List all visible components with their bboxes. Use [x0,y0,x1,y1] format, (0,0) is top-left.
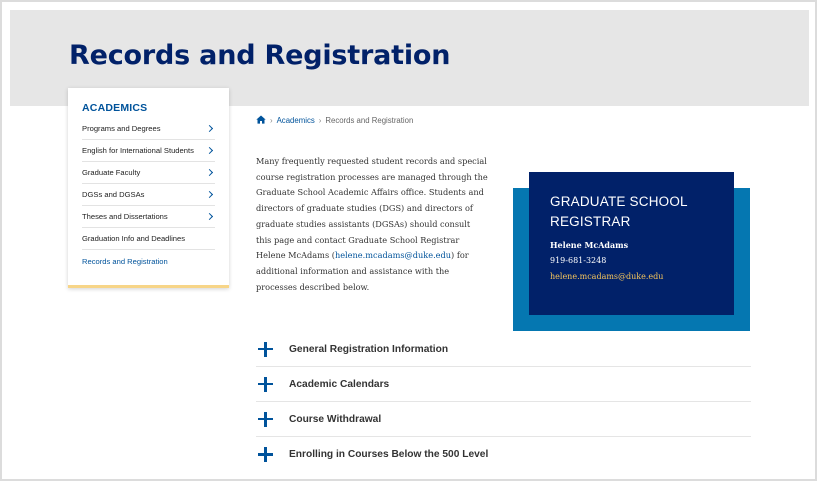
sidebar-item-graduate-faculty[interactable]: Graduate Faculty [82,162,215,184]
sidebar-item-english-for-international-students[interactable]: English for International Students [82,140,215,162]
registrar-phone: 919-681-3248 [550,256,607,265]
sidebar-item-label: Records and Registration [82,256,168,266]
accordion-item-label: Course Withdrawal [289,413,382,425]
sidebar-nav: ACADEMICS Programs and Degrees English f… [68,88,229,288]
plus-icon[interactable] [258,376,273,392]
sidebar-item-label: Graduate Faculty [82,168,141,177]
sidebar-list: Programs and Degrees English for Interna… [82,118,215,272]
sidebar-item-theses-and-dissertations[interactable]: Theses and Dissertations [82,206,215,228]
chevron-right-icon[interactable] [205,124,214,133]
registrar-name: Helene McAdams [550,240,629,250]
intro-text-start: Many frequently requested student record… [256,156,488,261]
breadcrumb-link-academics[interactable]: Academics [277,116,315,125]
sidebar-item-label: DGSs and DGSAs [82,190,145,199]
chevron-right-icon[interactable] [205,212,214,221]
sidebar-item-records-and-registration[interactable]: Records and Registration [82,250,215,272]
page-content: Records and Registration ACADEMICS Progr… [10,10,809,475]
registrar-email-link[interactable]: helene.mcadams@duke.edu [335,250,451,260]
breadcrumb-separator: › [270,116,273,125]
sidebar-item-programs-and-degrees[interactable]: Programs and Degrees [82,118,215,140]
breadcrumb: › Academics › Records and Registration [256,115,413,126]
accordion-item-general-registration-information[interactable]: General Registration Information [256,332,751,367]
accordion-item-course-withdrawal[interactable]: Course Withdrawal [256,402,751,437]
breadcrumb-separator: › [318,116,322,125]
sidebar-item-label: Theses and Dissertations [82,212,168,221]
registrar-email[interactable]: helene.mcadams@duke.edu [550,272,663,281]
accordion-item-enrolling-below-500-level[interactable]: Enrolling in Courses Below the 500 Level [256,437,751,472]
plus-icon[interactable] [258,447,273,462]
sidebar-item-label: English for International Students [82,146,194,155]
registrar-card-title: GRADUATE SCHOOL REGISTRAR [550,194,688,229]
accordion: General Registration Information Academi… [256,332,751,472]
page-frame: Records and Registration ACADEMICS Progr… [0,0,817,481]
page-title: Records and Registration [69,40,451,71]
plus-icon[interactable] [258,411,273,427]
sidebar-item-graduation-info-and-deadlines[interactable]: Graduation Info and Deadlines [82,228,215,250]
accordion-item-label: Academic Calendars [289,378,390,390]
chevron-right-icon[interactable] [205,190,214,199]
sidebar-heading[interactable]: ACADEMICS [82,102,147,114]
registrar-card: GRADUATE SCHOOL REGISTRAR Helene McAdams… [529,172,734,315]
sidebar-item-dgss-and-dgsas[interactable]: DGSs and DGSAs [82,184,215,206]
sidebar-item-label: Programs and Degrees [82,124,161,133]
home-icon[interactable] [256,115,266,126]
accordion-item-academic-calendars[interactable]: Academic Calendars [256,367,751,402]
plus-icon[interactable] [258,341,273,357]
breadcrumb-current: Records and Registration [325,116,414,125]
chevron-right-icon[interactable] [205,146,214,155]
intro-paragraph: Many frequently requested student record… [256,154,488,295]
accordion-item-label: Enrolling in Courses Below the 500 Level [289,449,489,460]
accordion-item-label: General Registration Information [289,343,449,355]
chevron-right-icon[interactable] [205,168,214,177]
sidebar-item-label: Graduation Info and Deadlines [82,234,186,243]
